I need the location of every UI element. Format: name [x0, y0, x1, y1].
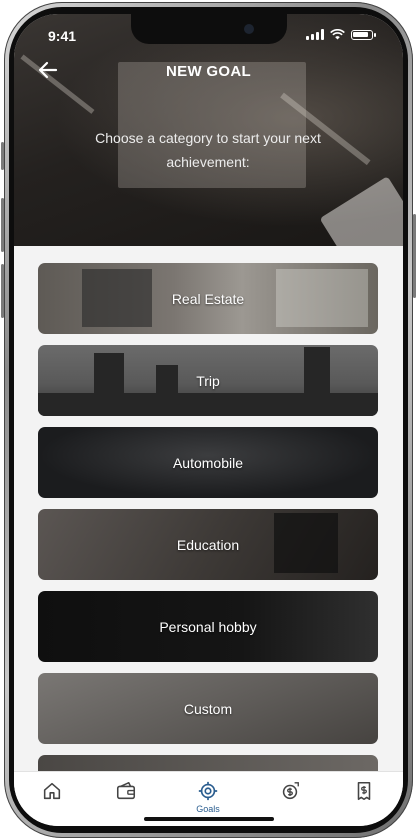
- category-card-automobile[interactable]: Automobile: [38, 427, 378, 498]
- power-button: [413, 214, 416, 298]
- category-label: Custom: [183, 700, 233, 717]
- battery-icon: [351, 29, 376, 40]
- bottom-tab-bar: Goals: [14, 771, 403, 826]
- receipt-icon: [357, 781, 371, 801]
- category-card-real-estate[interactable]: Real Estate: [38, 263, 378, 334]
- tab-home[interactable]: [32, 780, 72, 814]
- category-label: Personal hobby: [159, 618, 257, 635]
- header-background: 9:41 NEW GOAL Choose a category to start…: [14, 14, 403, 278]
- category-card-trip[interactable]: Trip: [38, 345, 378, 416]
- money-transfer-icon: [282, 782, 299, 800]
- category-card-education[interactable]: Education: [38, 509, 378, 580]
- volume-up-button: [1, 198, 4, 252]
- status-icons: [306, 29, 376, 40]
- tab-goals-label: Goals: [196, 804, 220, 814]
- page-subtitle: Choose a category to start your next ach…: [95, 130, 321, 170]
- tab-receipts[interactable]: [344, 780, 384, 814]
- status-time: 9:41: [48, 28, 77, 44]
- category-card-custom[interactable]: Custom: [38, 673, 378, 744]
- volume-down-button: [1, 264, 4, 318]
- wifi-icon: [330, 29, 345, 40]
- tab-goals[interactable]: Goals: [188, 780, 228, 814]
- front-camera: [244, 24, 254, 34]
- wallet-icon: [116, 781, 136, 800]
- home-indicator: [144, 817, 274, 821]
- phone-notch: [131, 14, 287, 44]
- category-card-personal-hobby[interactable]: Personal hobby: [38, 591, 378, 662]
- category-list[interactable]: Real Estate Trip Automobile Education Pe…: [14, 246, 403, 774]
- category-label: Education: [176, 536, 240, 553]
- tab-wallet[interactable]: [106, 780, 146, 814]
- home-icon: [43, 782, 61, 800]
- mute-switch: [1, 142, 4, 170]
- page-title: NEW GOAL: [166, 63, 251, 80]
- tab-transfers[interactable]: [270, 780, 310, 814]
- category-label: Real Estate: [171, 290, 245, 307]
- category-label: Trip: [196, 372, 220, 389]
- target-icon: [198, 781, 218, 801]
- category-label: Automobile: [172, 454, 244, 471]
- cellular-signal-icon: [306, 29, 324, 40]
- app-screen: 9:41 NEW GOAL Choose a category to start…: [14, 14, 403, 826]
